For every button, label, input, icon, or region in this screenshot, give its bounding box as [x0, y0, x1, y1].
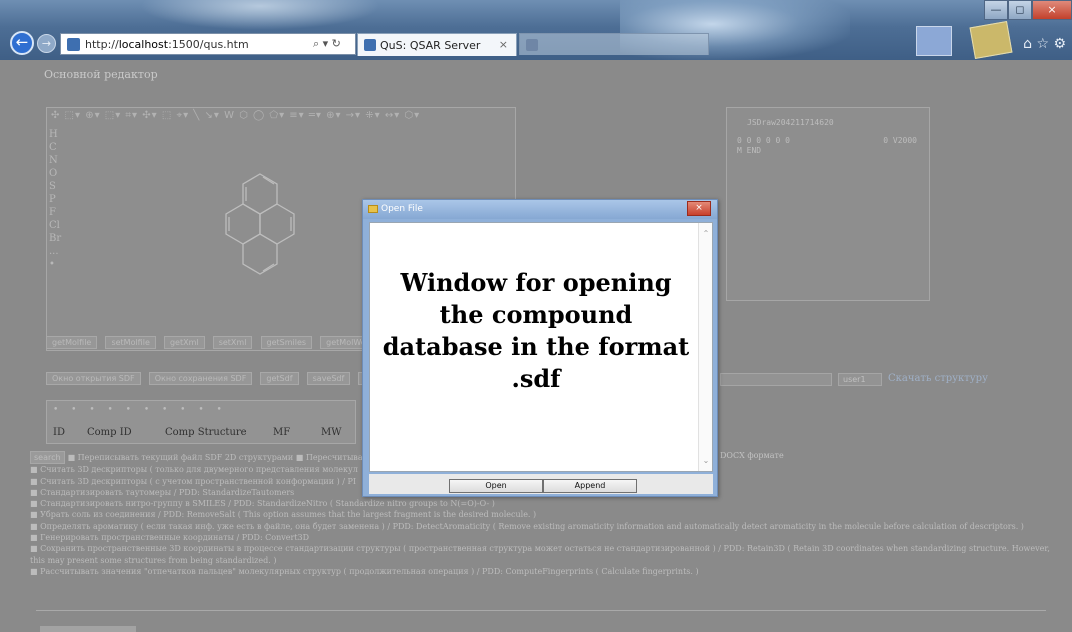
setxml-button[interactable]: setXml	[212, 336, 253, 349]
getsdf-button[interactable]: getSdf	[260, 372, 299, 385]
element-button[interactable]: S	[49, 180, 63, 193]
element-button[interactable]: ...	[49, 245, 63, 258]
address-url: http://localhost:1500/qus.htm	[85, 38, 249, 51]
column-header-comp-id: Comp ID	[87, 427, 132, 438]
option-item[interactable]: ■ Определять ароматику ( если такая инф.…	[30, 521, 1050, 532]
element-palette[interactable]: H C N O S P F Cl Br ... •	[49, 128, 63, 271]
molfile-text-area[interactable]: JSDraw204211714620 0 0 0 0 0 0 0 V2000 M…	[726, 107, 930, 301]
structure-name-input[interactable]	[720, 373, 832, 386]
site-favicon-icon	[67, 38, 80, 51]
address-bar[interactable]: http://localhost:1500/qus.htm ⌕ ▾ ↻	[60, 33, 356, 55]
getxml-button[interactable]: getXml	[163, 336, 205, 349]
save-sdf-window-button[interactable]: Окно сохранения SDF	[148, 372, 253, 385]
browser-chrome: ← → http://localhost:1500/qus.htm ⌕ ▾ ↻ …	[0, 0, 1072, 60]
tab-inactive[interactable]	[519, 33, 709, 55]
maximize-button[interactable]: ◻	[1008, 0, 1032, 20]
dialog-close-button[interactable]: ×	[687, 201, 711, 216]
element-button[interactable]: F	[49, 206, 63, 219]
element-button[interactable]: •	[49, 258, 63, 271]
open-file-dialog: Open File × Window for opening the compo…	[362, 199, 718, 497]
tab-qsar-server[interactable]: QuS: QSAR Server ×	[357, 33, 517, 56]
open-button[interactable]: Open	[449, 479, 543, 493]
option-item[interactable]: ■ Стандартизировать нитро-группу в SMILE…	[30, 498, 1050, 509]
desktop-icon	[969, 20, 1013, 60]
option-item[interactable]: ■ Убрать соль из соединения / PDD: Remov…	[30, 509, 1050, 520]
option-item[interactable]: ■ Сохранить пространственные 3D координа…	[30, 543, 1050, 566]
editor-toolbar[interactable]: ✣ ⬚▾ ⊕▾ ⬚▾ ⌗▾ ✣▾ ⬚ ⌖▾ ╲ ↘▾ W ⬡ ◯ ⬠▾ ≡▾ ═…	[47, 108, 515, 126]
open-sdf-window-button[interactable]: Окно открытия SDF	[46, 372, 141, 385]
background-decoration	[140, 0, 380, 30]
molfile-line: 0 V2000	[883, 136, 917, 145]
column-header-mw: MW	[321, 427, 342, 438]
column-header-mf: MF	[273, 427, 291, 438]
element-button[interactable]: Cl	[49, 219, 63, 232]
divider	[36, 610, 1046, 611]
dialog-content: Window for opening the compound database…	[369, 222, 713, 472]
column-header-comp-structure: Comp Structure	[165, 427, 247, 438]
minimize-button[interactable]: —	[984, 0, 1008, 20]
scroll-down-icon[interactable]: ⌄	[701, 456, 711, 465]
bottom-input[interactable]	[40, 626, 136, 632]
forward-button[interactable]: →	[37, 34, 56, 53]
scroll-up-icon[interactable]: ⌃	[701, 229, 711, 238]
tab-label: QuS: QSAR Server	[380, 39, 481, 52]
user-field[interactable]: user1	[838, 373, 882, 386]
window-controls: — ◻ ×	[984, 0, 1072, 20]
option-item[interactable]: ■ Генерировать пространственные координа…	[30, 532, 1050, 543]
download-structure-link[interactable]: Скачать структуру	[888, 373, 988, 384]
tab-favicon-icon	[526, 39, 538, 51]
address-controls[interactable]: ⌕ ▾ ↻	[313, 37, 341, 51]
tab-favicon-icon	[364, 39, 376, 51]
setmolfile-button[interactable]: setMolfile	[105, 336, 156, 349]
getsmiles-button[interactable]: getSmiles	[260, 336, 313, 349]
back-button[interactable]: ←	[10, 31, 34, 55]
molfile-line: JSDraw204211714620	[747, 118, 834, 127]
desktop-icon	[916, 26, 952, 56]
folder-icon	[368, 205, 378, 213]
option-item[interactable]: ■ Рассчитывать значения "отпечатков паль…	[30, 566, 1050, 577]
dialog-message: Window for opening the compound database…	[382, 268, 690, 393]
search-button[interactable]: search	[30, 451, 65, 465]
element-button[interactable]: O	[49, 167, 63, 180]
window-close-button[interactable]: ×	[1032, 0, 1072, 20]
dialog-footer: Open Append	[369, 474, 713, 494]
docx-format-label: DOCX формате	[720, 451, 784, 460]
molfile-line: M END	[737, 146, 762, 155]
element-button[interactable]: Br	[49, 232, 63, 245]
getmolfile-button[interactable]: getMolfile	[46, 336, 98, 349]
dialog-scrollbar[interactable]: ⌃ ⌄	[698, 223, 712, 471]
molfile-line: 0 0 0 0 0 0	[737, 136, 790, 145]
compound-table: • • • • • • • • • • ID Comp ID Comp Stru…	[46, 400, 356, 444]
element-button[interactable]: H	[49, 128, 63, 141]
tab-close-icon[interactable]: ×	[499, 38, 508, 51]
element-button[interactable]: N	[49, 154, 63, 167]
page-title: Основной редактор	[44, 68, 158, 81]
column-header-id: ID	[53, 427, 65, 438]
append-button[interactable]: Append	[543, 479, 637, 493]
element-button[interactable]: C	[49, 141, 63, 154]
dialog-title: Open File	[381, 204, 423, 214]
element-button[interactable]: P	[49, 193, 63, 206]
browser-toolbar-icons[interactable]: ⌂ ☆ ⚙	[1023, 36, 1066, 52]
table-pagination[interactable]: • • • • • • • • • •	[53, 405, 227, 415]
savesdf-button[interactable]: saveSdf	[306, 372, 351, 385]
pyrene-molecule-drawing	[225, 173, 295, 275]
dialog-titlebar[interactable]: Open File ×	[363, 200, 717, 219]
